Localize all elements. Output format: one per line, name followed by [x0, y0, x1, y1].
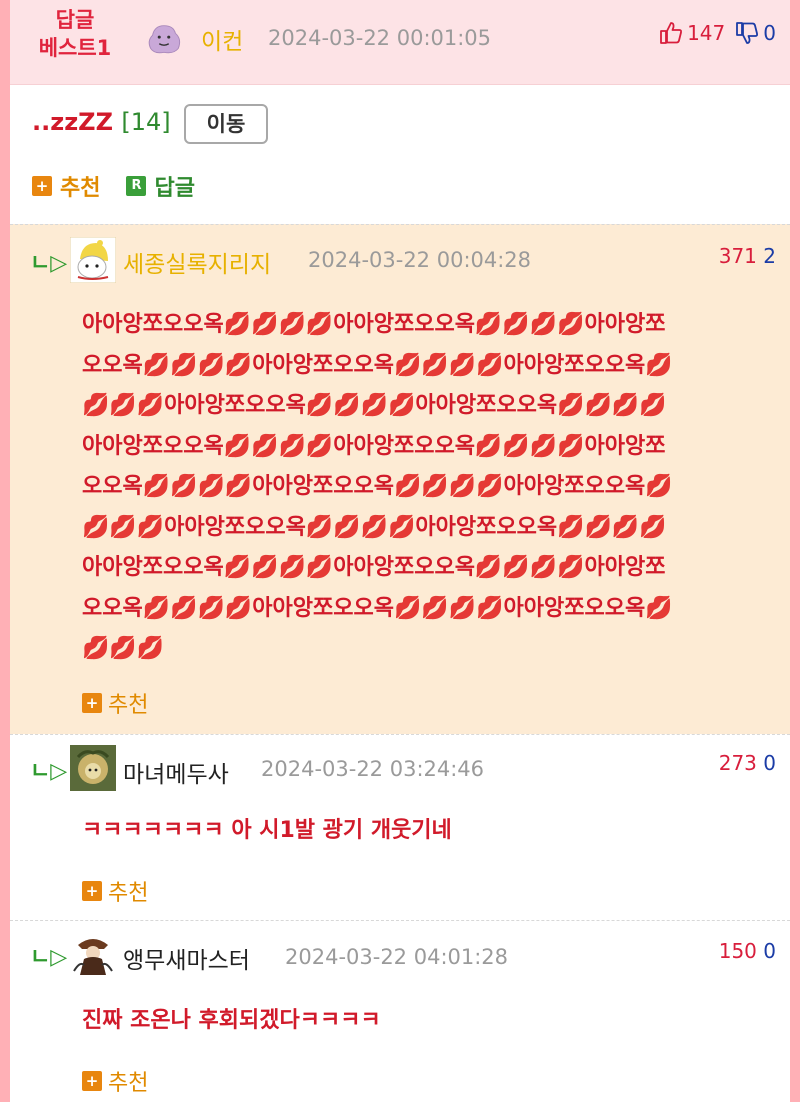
reply-upvote-count: 273 — [718, 751, 757, 775]
plus-icon: + — [82, 693, 102, 713]
reply-body-line: 💋💋💋아아앙쪼오오옥💋💋💋💋아아앙쪼오오옥💋💋💋💋 — [82, 393, 667, 418]
recommend-button[interactable]: + 추천 — [32, 170, 100, 202]
best-reply-date: 2024-03-22 00:01:05 — [268, 26, 492, 50]
reply-recommend-label: 추천 — [108, 881, 149, 906]
comment-text: ..zzZZ [14] — [32, 108, 171, 136]
reply-recommend-button[interactable]: + 추천 — [82, 687, 148, 719]
reply-body-line: 아아앙쪼오오옥💋💋💋💋아아앙쪼오오옥💋💋💋💋아아앙쪼 — [82, 433, 666, 459]
thumbs-down-icon[interactable] — [734, 20, 760, 46]
badge-line-1: 답글 — [55, 8, 95, 32]
reply-date: 2024-03-22 00:04:28 — [308, 248, 532, 272]
ditto-avatar-icon — [148, 25, 181, 54]
reply-recommend-label: 추천 — [108, 693, 149, 718]
best-reply-votes: 147 0 — [658, 20, 776, 46]
reply-nickname[interactable]: 세종실록지리지 — [123, 245, 271, 279]
medusa-avatar-icon[interactable] — [70, 745, 116, 791]
reply-votes: 150 0 — [719, 939, 776, 963]
reply-body: 진짜 조온나 후회되겠다ㅋㅋㅋㅋ — [82, 1005, 772, 1037]
thumbs-up-icon[interactable] — [658, 20, 684, 46]
reply-votes: 371 2 — [719, 244, 776, 268]
move-button[interactable]: 이동 — [184, 104, 268, 144]
reply-date: 2024-03-22 03:24:46 — [261, 757, 485, 781]
reply-body-line: 오오옥💋💋💋💋아아앙쪼오오옥💋💋💋💋아아앙쪼오오옥💋 — [82, 595, 673, 621]
reply-downvote-count: 0 — [763, 751, 776, 775]
reply-body-line: 오오옥💋💋💋💋아아앙쪼오오옥💋💋💋💋아아앙쪼오오옥💋 — [82, 474, 673, 499]
reply-recommend-button[interactable]: + 추천 — [82, 1065, 148, 1097]
comment-actions: + 추천 R 답글 — [32, 170, 195, 202]
reply-downvote-count: 0 — [763, 939, 776, 963]
reply-body-line: 진짜 조온나 후회되겠다ㅋㅋㅋㅋ — [82, 1008, 381, 1033]
recommend-label: 추천 — [60, 176, 101, 201]
reply-nickname[interactable]: 마녀메두사 — [123, 755, 229, 789]
best-reply-nickname[interactable]: 이컨 — [201, 22, 243, 56]
reply-body: ㅋㅋㅋㅋㅋㅋㅋ 아 시1발 광기 개웃기네 — [82, 815, 772, 847]
best-reply-header: 답글 베스트1 이컨 2024-03-22 00:01:05 147 0 — [10, 0, 790, 85]
reply-body-line: 💋💋💋아아앙쪼오오옥💋💋💋💋아아앙쪼오오옥💋💋💋💋 — [82, 514, 667, 540]
reply-upvote-count: 371 — [718, 244, 757, 268]
comment-panel: 답글 베스트1 이컨 2024-03-22 00:01:05 147 0 ..z… — [10, 0, 790, 1102]
reply-downvote-count: 2 — [763, 244, 776, 268]
reply-upvote-count: 150 — [718, 939, 757, 963]
reply-body-line: 아아앙쪼오오옥💋💋💋💋아아앙쪼오오옥💋💋💋💋아아앙쪼 — [82, 555, 666, 580]
plus-icon: + — [82, 881, 102, 901]
plus-icon: + — [32, 176, 52, 196]
reply-arrow-icon: ㄴ▷ — [30, 251, 68, 276]
reply-body-line: 💋💋💋 — [82, 636, 165, 661]
reply-recommend-button[interactable]: + 추천 — [82, 875, 148, 907]
reply-r-icon: R — [126, 176, 147, 196]
comment-title: ..zzZZ — [32, 108, 113, 136]
best-downvote-count: 0 — [763, 21, 776, 45]
plus-icon: + — [82, 1071, 102, 1091]
reply-label: 답글 — [154, 176, 195, 201]
parrot-master-avatar-icon[interactable] — [70, 931, 116, 977]
best-upvote-count: 147 — [687, 21, 726, 45]
reply-recommend-label: 추천 — [108, 1071, 149, 1096]
reply-body: 아아앙쪼오오옥💋💋💋💋아아앙쪼오오옥💋💋💋💋아아앙쪼 오오옥💋💋💋💋아아앙쪼오오… — [82, 305, 772, 670]
reply-nickname[interactable]: 앵무새마스터 — [123, 941, 250, 975]
yellow-hat-avatar-icon[interactable] — [70, 237, 116, 283]
reply-item: ㄴ▷ 마녀메두사 2024-03-22 03:24:46 273 0 ㅋㅋㅋㅋㅋ… — [10, 734, 790, 920]
reply-item: ㄴ▷ 세종실록지리지 2024-03-22 00:04:28 371 2 아아앙… — [10, 224, 790, 734]
reply-item: ㄴ▷ 앵무새마스터 2024-03-22 04:01:28 150 0 진짜 조… — [10, 920, 790, 1102]
reply-button[interactable]: R 답글 — [126, 170, 195, 202]
reply-arrow-icon: ㄴ▷ — [30, 759, 68, 784]
badge-line-2: 베스트1 — [38, 36, 112, 60]
reply-body-line: 아아앙쪼오오옥💋💋💋💋아아앙쪼오오옥💋💋💋💋아아앙쪼 — [82, 312, 666, 337]
reply-arrow-icon: ㄴ▷ — [30, 945, 68, 970]
reply-body-line: 오오옥💋💋💋💋아아앙쪼오오옥💋💋💋💋아아앙쪼오오옥💋 — [82, 352, 673, 378]
reply-body-line: ㅋㅋㅋㅋㅋㅋㅋ 아 시1발 광기 개웃기네 — [82, 818, 452, 843]
reply-date: 2024-03-22 04:01:28 — [285, 945, 509, 969]
reply-votes: 273 0 — [719, 751, 776, 775]
reply-count: [14] — [121, 108, 171, 136]
best-reply-badge: 답글 베스트1 — [30, 6, 120, 62]
